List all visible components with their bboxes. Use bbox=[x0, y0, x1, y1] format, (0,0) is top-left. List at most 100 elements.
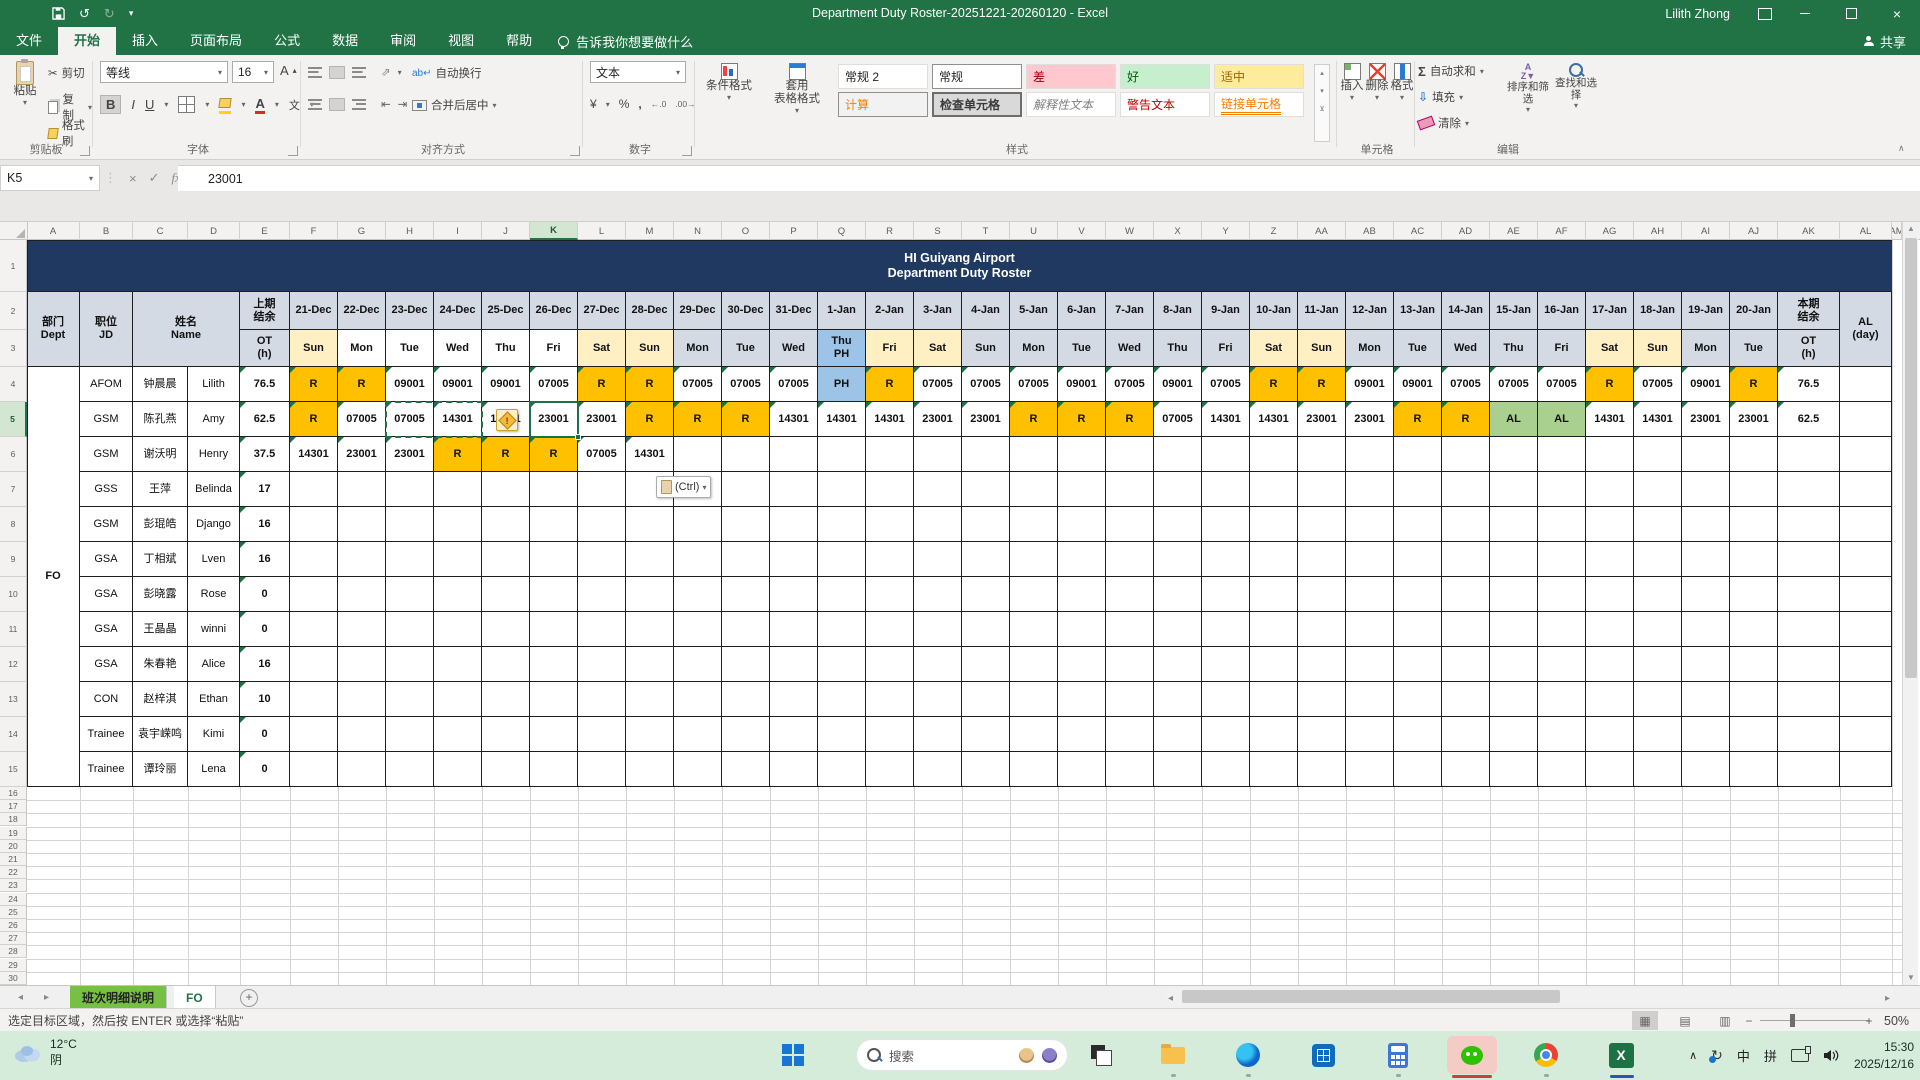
speaker-icon[interactable] bbox=[1823, 1049, 1840, 1062]
hidden-icons-chevron[interactable]: ∧ bbox=[1689, 1049, 1697, 1062]
cell-shift-Belinda-8-Jan[interactable] bbox=[1154, 472, 1202, 507]
cell-shift-Henry-13-Jan[interactable] bbox=[1394, 437, 1442, 472]
cell-ot-prev-Kimi[interactable]: 0 bbox=[240, 717, 290, 752]
cell-shift-Django-12-Jan[interactable] bbox=[1346, 507, 1394, 542]
dept-cell-fo[interactable]: FO bbox=[27, 367, 80, 787]
cell-shift-Amy-7-Jan[interactable]: R bbox=[1106, 402, 1154, 437]
cell-shift-Rose-8-Jan[interactable] bbox=[1154, 577, 1202, 612]
column-header-M[interactable]: M bbox=[626, 222, 674, 240]
cell-shift-Rose-20-Jan[interactable] bbox=[1730, 577, 1778, 612]
align-right-icon[interactable] bbox=[352, 98, 366, 110]
column-header-AA[interactable]: AA bbox=[1298, 222, 1346, 240]
cell-shift-Amy-15-Jan[interactable]: AL bbox=[1490, 402, 1538, 437]
cell-shift-Alice-9-Jan[interactable] bbox=[1202, 647, 1250, 682]
cell-style-计算[interactable]: 计算 bbox=[838, 92, 928, 117]
cell-al-Amy[interactable] bbox=[1840, 402, 1892, 437]
cell-shift-Lilith-30-Dec[interactable]: 07005 bbox=[722, 367, 770, 402]
cell-style-差[interactable]: 差 bbox=[1026, 64, 1116, 89]
cell-shift-Henry-9-Jan[interactable] bbox=[1202, 437, 1250, 472]
cell-shift-Belinda-17-Jan[interactable] bbox=[1586, 472, 1634, 507]
cell-shift-Django-3-Jan[interactable] bbox=[914, 507, 962, 542]
cell-shift-Rose-18-Jan[interactable] bbox=[1634, 577, 1682, 612]
cell-shift-Alice-5-Jan[interactable] bbox=[1010, 647, 1058, 682]
cell-shift-Kimi-12-Jan[interactable] bbox=[1346, 717, 1394, 752]
column-header-V[interactable]: V bbox=[1058, 222, 1106, 240]
row-header-30[interactable]: 30 bbox=[0, 972, 27, 985]
cell-shift-Ethan-27-Dec[interactable] bbox=[578, 682, 626, 717]
cell-shift-Rose-23-Dec[interactable] bbox=[386, 577, 434, 612]
cell-shift-Rose-16-Jan[interactable] bbox=[1538, 577, 1586, 612]
decrease-decimal-icon[interactable]: .00→ bbox=[675, 99, 695, 109]
row-header-29[interactable]: 29 bbox=[0, 959, 27, 972]
align-center-icon[interactable] bbox=[329, 97, 345, 111]
cell-jd-Lena[interactable]: Trainee bbox=[80, 752, 133, 787]
align-middle-icon[interactable] bbox=[329, 65, 345, 79]
cell-shift-Lilith-6-Jan[interactable]: 09001 bbox=[1058, 367, 1106, 402]
cell-ot-cur-Lilith[interactable]: 76.5 bbox=[1778, 367, 1840, 402]
cell-shift-Henry-4-Jan[interactable] bbox=[962, 437, 1010, 472]
cell-shift-Django-11-Jan[interactable] bbox=[1298, 507, 1346, 542]
cell-shift-Kimi-29-Dec[interactable] bbox=[674, 717, 722, 752]
cell-shift-Amy-4-Jan[interactable]: 23001 bbox=[962, 402, 1010, 437]
font-size-select[interactable]: 16 ▾ bbox=[232, 61, 274, 83]
row-header-1[interactable]: 1 bbox=[0, 240, 27, 292]
normal-view-icon[interactable]: ▦ bbox=[1632, 1011, 1658, 1030]
cell-shift-Ethan-15-Jan[interactable] bbox=[1490, 682, 1538, 717]
insert-cells-button[interactable]: 插入 ▾ bbox=[1340, 63, 1364, 102]
ribbon-tab-开始[interactable]: 开始 bbox=[58, 27, 117, 55]
cell-shift-Django-17-Jan[interactable] bbox=[1586, 507, 1634, 542]
cell-style-常规 2[interactable]: 常规 2 bbox=[838, 64, 928, 89]
cell-shift-Lilith-10-Jan[interactable]: R bbox=[1250, 367, 1298, 402]
cell-shift-winni-16-Jan[interactable] bbox=[1538, 612, 1586, 647]
column-header-F[interactable]: F bbox=[290, 222, 338, 240]
cell-ot-cur-Ethan[interactable] bbox=[1778, 682, 1840, 717]
cell-shift-Lena-24-Dec[interactable] bbox=[434, 752, 482, 787]
cell-name-en-Kimi[interactable]: Kimi bbox=[188, 717, 240, 752]
cell-shift-Henry-3-Jan[interactable] bbox=[914, 437, 962, 472]
task-view-button[interactable] bbox=[1088, 1042, 1114, 1068]
cell-al-Rose[interactable] bbox=[1840, 577, 1892, 612]
cell-shift-Amy-16-Jan[interactable]: AL bbox=[1538, 402, 1586, 437]
cell-shift-Amy-24-Dec[interactable]: 14301 bbox=[434, 402, 482, 437]
edge-button[interactable] bbox=[1235, 1042, 1261, 1068]
fill-color-icon[interactable] bbox=[218, 96, 233, 114]
cell-shift-Belinda-10-Jan[interactable] bbox=[1250, 472, 1298, 507]
enter-icon[interactable]: ✓ bbox=[149, 170, 160, 186]
sync-tray-icon[interactable]: ↻ bbox=[1709, 1047, 1723, 1064]
cell-shift-Alice-8-Jan[interactable] bbox=[1154, 647, 1202, 682]
cell-shift-Kimi-6-Jan[interactable] bbox=[1058, 717, 1106, 752]
cell-shift-Django-25-Dec[interactable] bbox=[482, 507, 530, 542]
cell-shift-Lilith-5-Jan[interactable]: 07005 bbox=[1010, 367, 1058, 402]
cell-shift-Amy-13-Jan[interactable]: R bbox=[1394, 402, 1442, 437]
cell-shift-winni-27-Dec[interactable] bbox=[578, 612, 626, 647]
ribbon-tab-审阅[interactable]: 审阅 bbox=[374, 27, 432, 55]
cell-shift-Rose-12-Jan[interactable] bbox=[1346, 577, 1394, 612]
cell-shift-Lilith-28-Dec[interactable]: R bbox=[626, 367, 674, 402]
cell-shift-Django-10-Jan[interactable] bbox=[1250, 507, 1298, 542]
column-header-U[interactable]: U bbox=[1010, 222, 1058, 240]
file-explorer-button[interactable] bbox=[1160, 1042, 1186, 1068]
ribbon-tab-视图[interactable]: 视图 bbox=[432, 27, 490, 55]
cell-shift-Henry-31-Dec[interactable] bbox=[770, 437, 818, 472]
formula-input[interactable]: 23001 bbox=[178, 165, 1920, 191]
cell-shift-Rose-25-Dec[interactable] bbox=[482, 577, 530, 612]
cell-shift-Lven-2-Jan[interactable] bbox=[866, 542, 914, 577]
cell-shift-Henry-30-Dec[interactable] bbox=[722, 437, 770, 472]
cell-shift-Lena-29-Dec[interactable] bbox=[674, 752, 722, 787]
cell-ot-prev-Ethan[interactable]: 10 bbox=[240, 682, 290, 717]
cell-shift-Belinda-27-Dec[interactable] bbox=[578, 472, 626, 507]
align-left-icon[interactable] bbox=[308, 98, 322, 110]
cell-shift-Alice-20-Jan[interactable] bbox=[1730, 647, 1778, 682]
font-dialog-launcher-icon[interactable] bbox=[288, 146, 298, 156]
cell-al-winni[interactable] bbox=[1840, 612, 1892, 647]
cell-name-en-Amy[interactable]: Amy bbox=[188, 402, 240, 437]
cell-shift-Lena-31-Dec[interactable] bbox=[770, 752, 818, 787]
column-header-Y[interactable]: Y bbox=[1202, 222, 1250, 240]
column-header-W[interactable]: W bbox=[1106, 222, 1154, 240]
cell-shift-winni-5-Jan[interactable] bbox=[1010, 612, 1058, 647]
column-header-A[interactable]: A bbox=[27, 222, 80, 240]
cell-al-Django[interactable] bbox=[1840, 507, 1892, 542]
cell-shift-Rose-3-Jan[interactable] bbox=[914, 577, 962, 612]
cell-shift-Django-18-Jan[interactable] bbox=[1634, 507, 1682, 542]
cell-shift-Django-27-Dec[interactable] bbox=[578, 507, 626, 542]
